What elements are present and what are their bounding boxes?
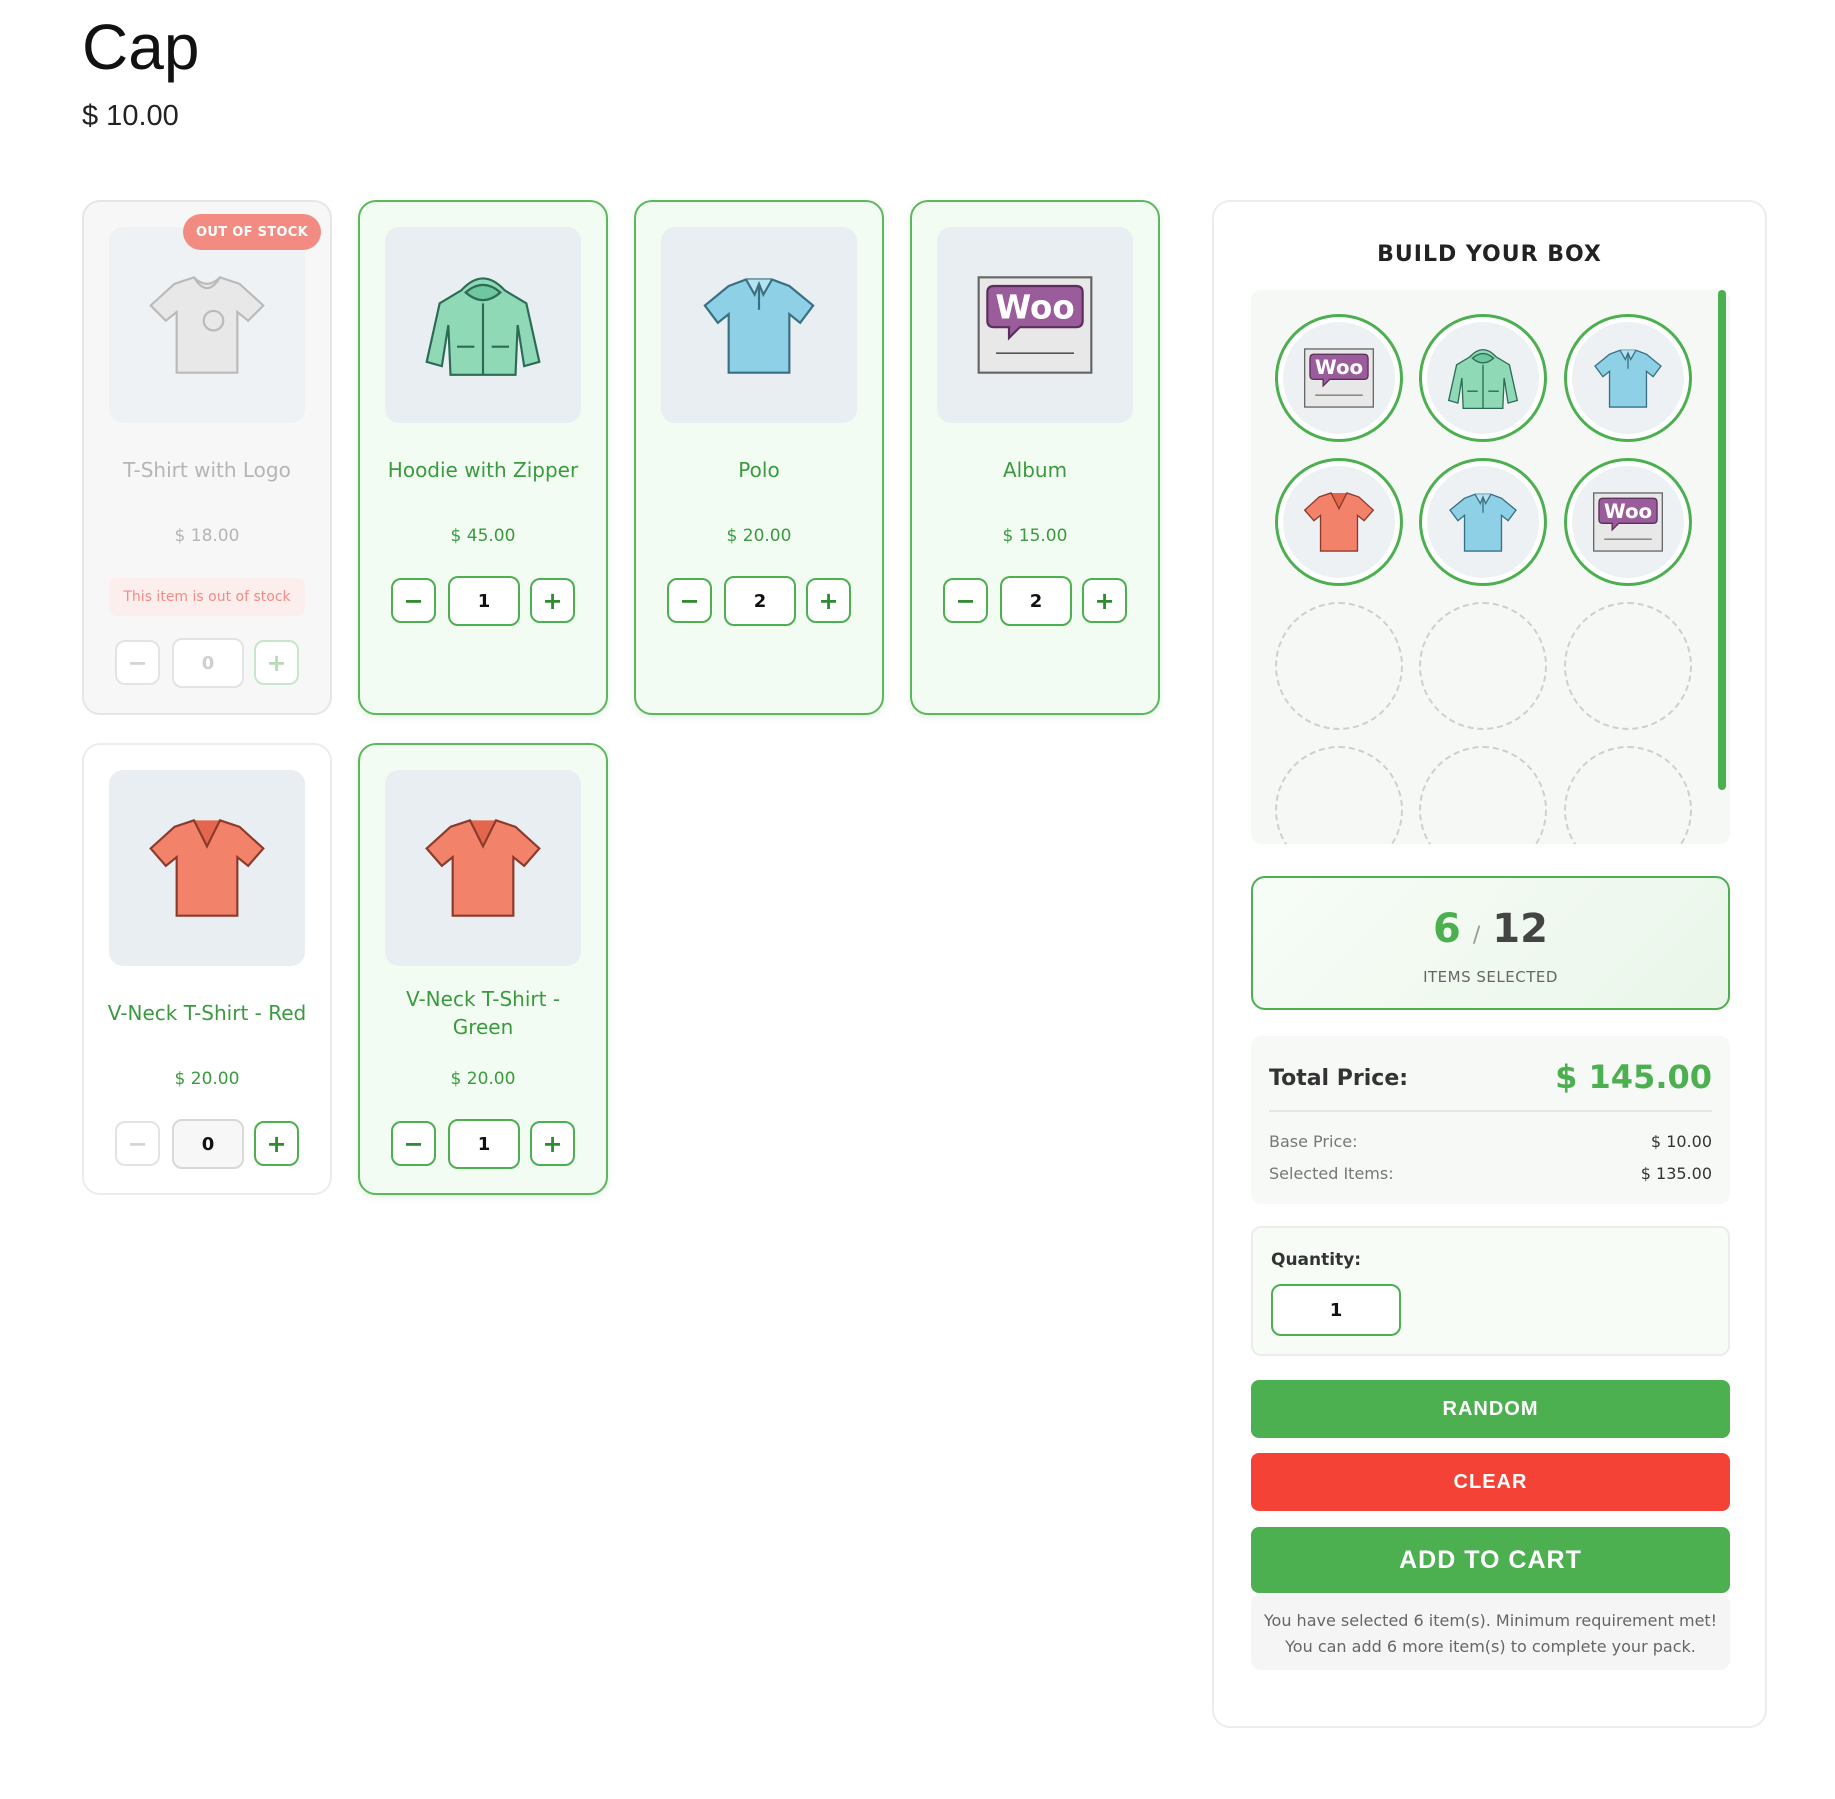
- quantity-stepper: − 1 +: [360, 1119, 606, 1169]
- product-name: Polo: [738, 458, 780, 482]
- box-title: BUILD YOUR BOX: [1377, 242, 1602, 267]
- slot-empty: [1275, 746, 1403, 844]
- base-price-value: $ 10.00: [1650, 1132, 1712, 1151]
- quantity-stepper: − 1 +: [360, 576, 606, 626]
- product-card-polo[interactable]: Polo $ 20.00 − 2 +: [634, 200, 884, 715]
- quantity-label: Quantity:: [1271, 1250, 1362, 1270]
- selected-number: 6: [1433, 906, 1461, 952]
- increase-button[interactable]: +: [254, 1121, 299, 1166]
- product-price: $ 45.00: [450, 526, 516, 546]
- price-summary: Total Price: $ 145.00 Base Price: $ 10.0…: [1251, 1036, 1730, 1204]
- slot-album[interactable]: [1275, 314, 1403, 442]
- vneck-red-image: [109, 770, 305, 966]
- quantity-stepper: − 2 +: [636, 576, 882, 626]
- product-card-hoodie[interactable]: Hoodie with Zipper $ 45.00 − 1 +: [358, 200, 608, 715]
- quantity-input[interactable]: 0: [172, 638, 244, 688]
- product-name: T-Shirt with Logo: [123, 458, 291, 482]
- slot-polo[interactable]: [1419, 458, 1547, 586]
- out-of-stock-note: This item is out of stock: [109, 578, 305, 616]
- box-quantity-input[interactable]: 1: [1271, 1284, 1401, 1336]
- product-name: Album: [1002, 458, 1068, 482]
- quantity-input[interactable]: 0: [172, 1119, 244, 1169]
- decrease-button[interactable]: −: [391, 1121, 436, 1166]
- product-card-album[interactable]: Album $ 15.00 − 2 +: [910, 200, 1160, 715]
- increase-button[interactable]: +: [530, 578, 575, 623]
- slot-vneck-red[interactable]: [1275, 458, 1403, 586]
- product-name: V-Neck T-Shirt - Green: [405, 987, 561, 1039]
- quantity-input[interactable]: 2: [1000, 576, 1072, 626]
- decrease-button[interactable]: −: [943, 578, 988, 623]
- product-price: $ 20.00: [726, 526, 792, 546]
- items-selected-label: ITEMS SELECTED: [1423, 968, 1558, 986]
- increase-button[interactable]: +: [806, 578, 851, 623]
- total-price-label: Total Price:: [1269, 1066, 1409, 1091]
- decrease-button[interactable]: −: [391, 578, 436, 623]
- product-name: V-Neck T-Shirt - Red: [107, 1001, 307, 1025]
- box-slots: [1251, 290, 1730, 844]
- add-to-cart-button[interactable]: ADD TO CART: [1251, 1527, 1730, 1593]
- product-card-tshirt-logo: OUT OF STOCK T-Shirt with Logo $ 18.00 T…: [82, 200, 332, 715]
- message-line-2: You can add 6 more item(s) to complete y…: [1285, 1637, 1696, 1656]
- slot-album[interactable]: [1564, 458, 1692, 586]
- out-of-stock-badge: OUT OF STOCK: [183, 214, 321, 250]
- album-image: [937, 227, 1133, 423]
- max-number: 12: [1492, 906, 1548, 952]
- product-price: $ 10.00: [82, 100, 179, 132]
- quantity-input[interactable]: 1: [448, 1119, 520, 1169]
- slot-polo[interactable]: [1564, 314, 1692, 442]
- product-price: $ 18.00: [174, 526, 240, 546]
- increase-button[interactable]: +: [530, 1121, 575, 1166]
- product-card-vneck-red[interactable]: V-Neck T-Shirt - Red $ 20.00 − 0 +: [82, 743, 332, 1195]
- product-name: Hoodie with Zipper: [387, 458, 579, 482]
- quantity-input[interactable]: 1: [448, 576, 520, 626]
- decrease-button[interactable]: −: [667, 578, 712, 623]
- clear-button[interactable]: CLEAR: [1251, 1453, 1730, 1511]
- message-line-1: You have selected 6 item(s). Minimum req…: [1263, 1611, 1718, 1630]
- vneck-green-image: [385, 770, 581, 966]
- increase-button[interactable]: +: [1082, 578, 1127, 623]
- decrease-button[interactable]: −: [115, 1121, 160, 1166]
- increase-button[interactable]: +: [254, 640, 299, 685]
- slots-scrollbar[interactable]: [1718, 290, 1726, 790]
- selection-message: You have selected 6 item(s). Minimum req…: [1251, 1594, 1730, 1670]
- slot-empty: [1275, 602, 1403, 730]
- hoodie-image: [385, 227, 581, 423]
- total-price-value: $ 145.00: [1555, 1058, 1712, 1096]
- quantity-input[interactable]: 2: [724, 576, 796, 626]
- product-title: Cap: [82, 11, 200, 83]
- polo-image: [661, 227, 857, 423]
- product-price: $ 20.00: [174, 1069, 240, 1089]
- build-your-box-panel: BUILD YOUR BOX 6 / 12 ITEMS SELECTED Total…: [1212, 200, 1767, 1728]
- slot-empty: [1564, 602, 1692, 730]
- product-price: $ 15.00: [1002, 526, 1068, 546]
- quantity-stepper: − 0 +: [84, 638, 330, 688]
- random-button[interactable]: RANDOM: [1251, 1380, 1730, 1438]
- base-price-label: Base Price:: [1269, 1132, 1358, 1151]
- product-price: $ 20.00: [450, 1069, 516, 1089]
- quantity-stepper: − 2 +: [912, 576, 1158, 626]
- slot-hoodie[interactable]: [1419, 314, 1547, 442]
- selected-count: 6 / 12: [1253, 906, 1728, 952]
- slot-empty: [1564, 746, 1692, 844]
- count-separator: /: [1472, 923, 1481, 948]
- tshirt-logo-image: [109, 227, 305, 423]
- slot-empty: [1419, 746, 1547, 844]
- product-card-vneck-green[interactable]: V-Neck T-Shirt - Green $ 20.00 − 1 +: [358, 743, 608, 1195]
- decrease-button[interactable]: −: [115, 640, 160, 685]
- quantity-stepper: − 0 +: [84, 1119, 330, 1169]
- slot-empty: [1419, 602, 1547, 730]
- quantity-section: Quantity: 1: [1251, 1226, 1730, 1356]
- selected-items-value: $ 135.00: [1640, 1164, 1712, 1183]
- items-selected-counter: 6 / 12 ITEMS SELECTED: [1251, 876, 1730, 1010]
- divider: [1269, 1110, 1712, 1112]
- selected-items-label: Selected Items:: [1269, 1164, 1394, 1183]
